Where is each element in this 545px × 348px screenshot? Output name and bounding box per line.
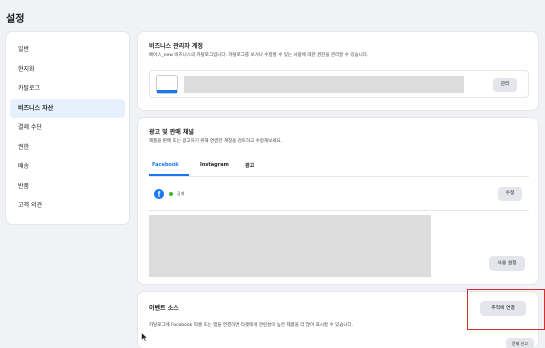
sales-channels-description: 제품을 판매 또는 광고하기 위해 연결한 계정을 검토하고 수정해보세요. [149,139,282,144]
business-account-description: 베이스_new 비즈니스의 카탈로그입니다. 카탈로그를 보거나 수정할 수 있… [149,53,369,58]
business-account-card: 비즈니스 관리자 계정 베이스_new 비즈니스의 카탈로그입니다. 카탈로그를… [138,32,538,110]
status-dot-icon [169,192,173,196]
sidebar-item-returns[interactable]: 반품 [10,177,125,197]
sidebar-item-general[interactable]: 일반 [10,40,125,60]
row-divider [149,210,529,211]
manage-button[interactable]: 관리 [493,78,517,92]
sidebar-item-permissions[interactable]: 권한 [10,138,125,158]
facebook-icon: f [154,189,164,199]
sidebar-item-catalog[interactable]: 카탈로그 [10,79,125,99]
facebook-page-row: f 공개 수정 [149,180,529,208]
business-name-redacted [184,76,464,93]
tab-facebook[interactable]: Facebook [152,162,179,168]
page-title: 설정 [6,14,25,25]
sales-channels-title: 광고 및 판매 채널 [149,129,194,136]
business-account-row: 관리 [149,70,529,98]
event-source-description: 카탈로그에 Facebook 픽셀 또는 앱을 연결하면 타겟에게 관련성이 높… [149,323,354,328]
usage-settings-button[interactable]: 사용 설정 [489,256,525,271]
tab-ads[interactable]: 광고 [245,162,254,169]
settings-sidebar: 일반 현지화 카탈로그 비즈니스 자산 결제 수단 권한 배송 반품 고객 의견 [6,32,129,224]
sidebar-item-business-assets[interactable]: 비즈니스 자산 [10,98,125,118]
mouse-cursor-icon [141,332,148,342]
tab-instagram[interactable]: Instagram [200,162,229,168]
edit-button[interactable]: 수정 [498,187,522,201]
sidebar-item-customer-feedback[interactable]: 고객 의견 [10,196,125,216]
sidebar-item-localization[interactable]: 현지화 [10,60,125,80]
sidebar-item-shipping[interactable]: 배송 [10,157,125,177]
tabs-divider [149,176,529,177]
sales-channels-card: 광고 및 판매 채널 제품을 판매 또는 광고하기 위해 연결한 계정을 검토하… [138,118,538,284]
highlight-annotation [467,289,545,330]
page-status-label: 공개 [177,191,185,196]
event-source-title: 이벤트 소스 [149,305,179,312]
report-problem-button[interactable]: 문제 신고 [506,338,534,348]
business-account-title: 비즈니스 관리자 계정 [149,43,203,50]
sidebar-item-payment-methods[interactable]: 결제 수단 [10,118,125,138]
business-avatar [156,75,178,94]
channel-preview-redacted [149,215,431,277]
